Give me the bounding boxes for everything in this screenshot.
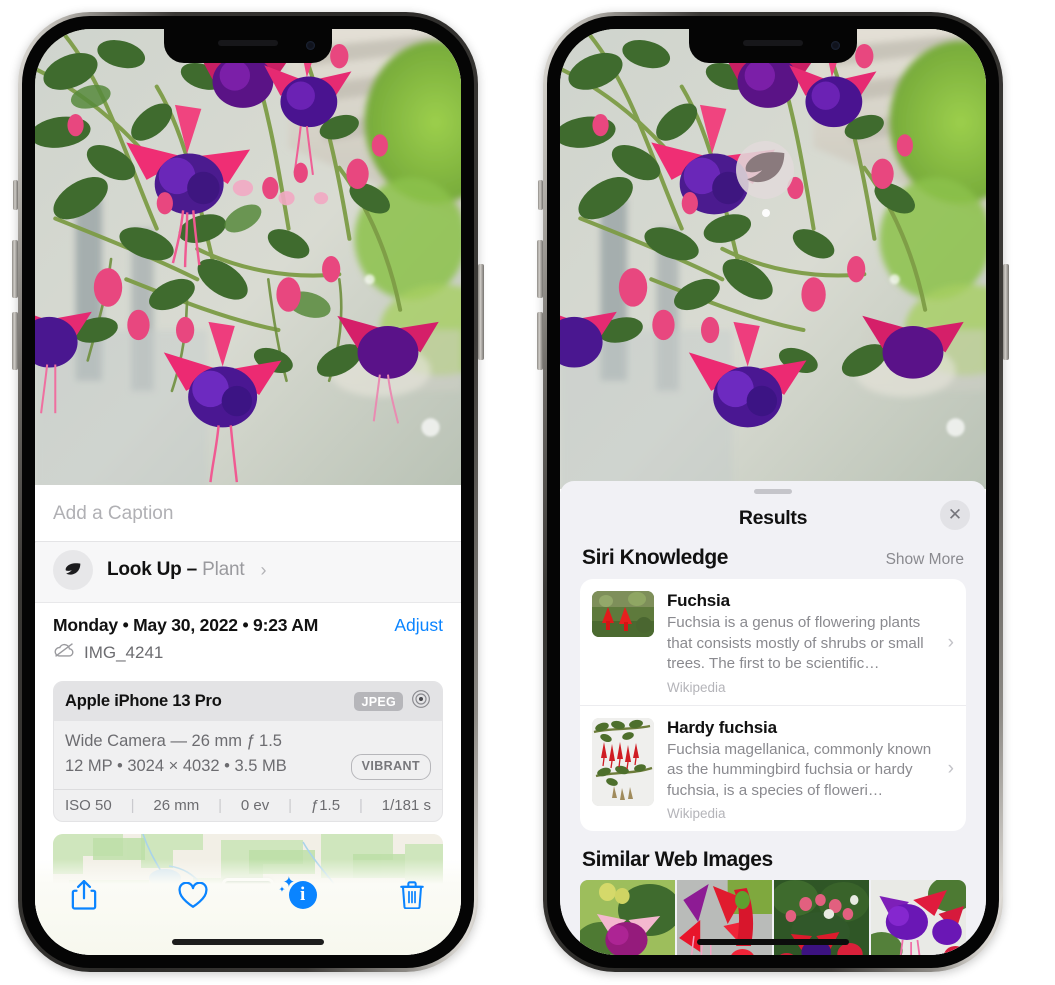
photographic-style-badge: VIBRANT	[350, 753, 431, 780]
right-screen: Results ✕ Siri Knowledge Show More Fuchs…	[560, 29, 986, 955]
screenshot-stage: Add a Caption ✦ ✦ Look Up – Plant ›	[0, 0, 1055, 985]
section-title: Similar Web Images	[582, 848, 773, 872]
knowledge-item-description: Fuchsia is a genus of flowering plants t…	[667, 614, 924, 673]
photo-metadata: Monday • May 30, 2022 • 9:23 AM Adjust I…	[35, 602, 461, 669]
similar-image-4-purple-red-fuchsia[interactable]	[871, 880, 966, 955]
exif-divider: |	[288, 796, 292, 814]
power-button[interactable]	[478, 264, 484, 360]
mute-switch[interactable]	[13, 180, 18, 210]
knowledge-item-text: Fuchsia Fuchsia is a genus of flowering …	[667, 591, 935, 695]
device-bezel: Add a Caption ✦ ✦ Look Up – Plant ›	[22, 16, 474, 968]
similar-web-images-header: Similar Web Images	[560, 831, 986, 880]
knowledge-item-source: Wikipedia	[667, 679, 726, 695]
similar-image-1-magenta-fuchsia-leaves[interactable]	[580, 880, 675, 955]
device-bezel: Results ✕ Siri Knowledge Show More Fuchs…	[547, 16, 999, 968]
chevron-right-icon: ›	[947, 758, 954, 780]
visual-lookup-anchor-dot	[762, 209, 770, 217]
knowledge-item-source: Wikipedia	[667, 806, 726, 822]
device-notch	[164, 29, 332, 63]
exif-row: ISO 50 | 26 mm | 0 ev | ƒ1.5 | 1/181 s	[54, 788, 442, 821]
caption-input[interactable]: Add a Caption	[35, 485, 461, 541]
share-button[interactable]	[63, 875, 105, 915]
look-up-row[interactable]: ✦ ✦ Look Up – Plant ›	[35, 536, 461, 602]
exif-divider: |	[358, 796, 363, 814]
left-screen: Add a Caption ✦ ✦ Look Up – Plant ›	[35, 29, 461, 955]
chevron-right-icon: ›	[947, 631, 954, 653]
leaf-icon	[745, 152, 785, 183]
knowledge-item-title: Hardy fuchsia	[667, 717, 777, 737]
camera-info-card: Apple iPhone 13 Pro JPEG Wide Camera — 2…	[53, 681, 443, 822]
home-indicator[interactable]	[697, 939, 849, 945]
knowledge-item[interactable]: Fuchsia Fuchsia is a genus of flowering …	[580, 579, 966, 705]
photo-viewer[interactable]	[35, 29, 461, 485]
camera-device-name: Apple iPhone 13 Pro	[65, 692, 222, 710]
earpiece-speaker	[218, 40, 278, 46]
knowledge-item[interactable]: Hardy fuchsia Fuchsia magellanica, commo…	[580, 704, 966, 832]
info-button[interactable]: ✦ ✦ i	[278, 875, 324, 915]
iphone-right-device: Results ✕ Siri Knowledge Show More Fuchs…	[537, 12, 1009, 972]
camera-card-header: Apple iPhone 13 Pro JPEG	[54, 682, 442, 721]
icloud-slash-icon	[53, 642, 75, 663]
front-camera-icon	[306, 41, 315, 50]
look-up-label: Look Up – Plant	[107, 559, 245, 580]
results-title: Results	[738, 506, 808, 529]
hardy-fuchsia-branch-thumb	[592, 717, 654, 806]
section-title: Siri Knowledge	[582, 546, 729, 569]
volume-up-button[interactable]	[12, 240, 18, 298]
show-more-button[interactable]: Show More	[886, 551, 964, 569]
chevron-right-icon: ›	[260, 559, 267, 580]
iphone-left-device: Add a Caption ✦ ✦ Look Up – Plant ›	[12, 12, 484, 972]
siri-knowledge-header: Siri Knowledge Show More	[560, 542, 986, 579]
exif-iso: ISO 50	[65, 796, 112, 814]
exif-ev: 0 ev	[240, 796, 270, 814]
fuchsia-red-flowers-thumb	[592, 591, 654, 637]
exif-divider: |	[218, 796, 222, 814]
volume-down-button[interactable]	[12, 312, 18, 370]
volume-down-button[interactable]	[537, 312, 543, 370]
sparkle-small-icon: ✦	[278, 885, 286, 894]
delete-button[interactable]	[391, 875, 433, 915]
aperture-icon	[411, 689, 431, 714]
exif-aperture: ƒ1.5	[310, 796, 341, 814]
visual-lookup-leaf-badge[interactable]	[736, 141, 794, 199]
volume-up-button[interactable]	[537, 240, 543, 298]
photo-filename: IMG_4241	[84, 642, 164, 662]
exif-focal: 26 mm	[153, 796, 200, 814]
device-notch	[689, 29, 857, 63]
adjust-button[interactable]: Adjust	[394, 615, 443, 636]
results-sheet: Results ✕ Siri Knowledge Show More Fuchs…	[560, 481, 986, 955]
exif-divider: |	[130, 796, 135, 814]
photo-info-sheet: Add a Caption ✦ ✦ Look Up – Plant ›	[35, 485, 461, 955]
leaf-icon	[53, 550, 93, 590]
close-button[interactable]: ✕	[940, 500, 970, 530]
favorite-button[interactable]	[172, 875, 214, 915]
fuchsia-photo-art	[560, 29, 986, 489]
siri-knowledge-card: Fuchsia Fuchsia is a genus of flowering …	[580, 579, 966, 832]
format-badge: JPEG	[354, 692, 403, 711]
photo-date: Monday • May 30, 2022 • 9:23 AM	[53, 615, 319, 635]
photo-viewer[interactable]	[560, 29, 986, 489]
exif-shutter: 1/181 s	[381, 796, 431, 814]
earpiece-speaker	[743, 40, 803, 46]
home-indicator[interactable]	[172, 939, 324, 945]
lens-info: Wide Camera — 26 mm ƒ 1.5	[65, 732, 282, 750]
fuchsia-photo-art	[35, 29, 461, 485]
knowledge-item-title: Fuchsia	[667, 591, 730, 610]
front-camera-icon	[831, 41, 840, 50]
mute-switch[interactable]	[538, 180, 543, 210]
knowledge-item-text: Hardy fuchsia Fuchsia magellanica, commo…	[667, 718, 935, 822]
power-button[interactable]	[1003, 264, 1009, 360]
sparkle-icon: ✦	[35, 536, 38, 551]
camera-card-body: Wide Camera — 26 mm ƒ 1.5 12 MP • 3024 ×…	[54, 721, 442, 789]
image-specs: 12 MP • 3024 × 4032 • 3.5 MB	[65, 757, 287, 776]
knowledge-item-description: Fuchsia magellanica, commonly known as t…	[667, 740, 932, 799]
results-header: Results ✕	[560, 494, 986, 542]
